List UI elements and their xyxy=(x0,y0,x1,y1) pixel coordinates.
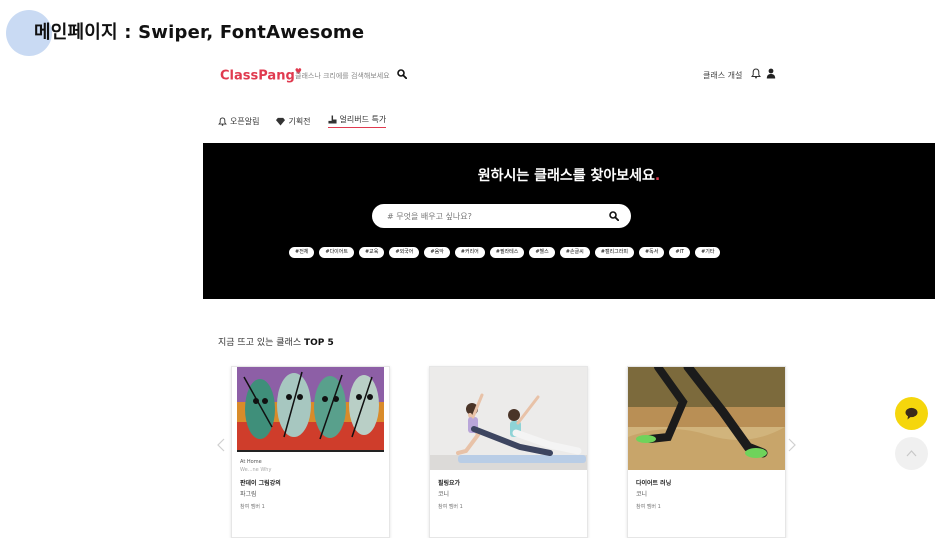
card-author: 코니 xyxy=(438,491,450,498)
hashtag-chip[interactable]: #캘리그라피 xyxy=(594,247,634,258)
class-card[interactable]: 필링요가 코니 참여 멤버 1 xyxy=(429,366,588,538)
hashtag-chip[interactable]: #외국어 xyxy=(389,247,420,258)
nav-label: 오픈알림 xyxy=(230,116,260,126)
hero-search-placeholder: # 무엇을 배우고 싶나요? xyxy=(387,212,472,221)
hashtag-chip[interactable]: #IT xyxy=(669,247,691,258)
hero-search-input[interactable]: # 무엇을 배우고 싶나요? xyxy=(372,204,631,228)
hashtag-chip[interactable]: #음악 xyxy=(424,247,450,258)
hashtag-chip[interactable]: #독서 xyxy=(638,247,665,258)
hand-icon xyxy=(327,115,337,124)
hashtag-chip[interactable]: #필라테스 xyxy=(489,247,525,258)
header-search-input[interactable]: 클래스나 크리에를 검색해보세요 xyxy=(295,71,390,81)
card-meta: 참여 멤버 1 xyxy=(438,504,463,510)
hashtag-chip[interactable]: #전체 xyxy=(289,247,315,258)
nav-label: 기획전 xyxy=(288,116,311,126)
card-title: 다이어트 러닝 xyxy=(636,480,672,487)
scroll-top-button[interactable] xyxy=(895,437,928,470)
card-meta: 참여 멤버 1 xyxy=(240,504,265,510)
class-thumbnail-yoga xyxy=(430,367,587,470)
hero-banner: 원하시는 클래스를 찾아보세요. # 무엇을 배우고 싶나요? #전체 #다이어… xyxy=(203,143,935,299)
hero-title-dot: . xyxy=(654,168,661,184)
class-thumbnail-painting xyxy=(232,367,389,470)
nav-label: 얼리버드 특가 xyxy=(339,115,387,124)
hashtag-chip[interactable]: #손글씨 xyxy=(559,247,590,258)
category-nav: 오픈알림 기획전 얼리버드 특가 xyxy=(218,114,387,128)
card-title: 필링요가 xyxy=(438,480,461,487)
hashtag-chip[interactable]: #교육 xyxy=(358,247,385,258)
section-title-prefix: 지금 뜨고 있는 클래스 xyxy=(218,338,304,348)
card-image-caption: At Home xyxy=(240,459,262,465)
chat-bubble-icon xyxy=(905,407,918,420)
nav-item-open-alert[interactable]: 오픈알림 xyxy=(218,114,259,128)
class-card[interactable]: 다이어트 러닝 코니 참여 멤버 1 xyxy=(627,366,786,538)
class-card[interactable]: At Home We...ne Why 판데이 그림강의 파그림 참여 멤버 1 xyxy=(231,366,390,538)
card-image-caption-2: We...ne Why xyxy=(240,467,272,473)
chevron-left-icon[interactable] xyxy=(217,438,225,452)
card-author: 코니 xyxy=(636,491,648,498)
search-icon[interactable] xyxy=(397,69,407,79)
search-icon[interactable] xyxy=(609,211,619,221)
hashtag-chip[interactable]: #기타 xyxy=(695,247,721,258)
logo-text: ClassPang xyxy=(220,68,295,84)
bell-icon xyxy=(218,116,227,126)
bell-icon[interactable] xyxy=(751,68,761,79)
site-logo[interactable]: ClassPang♥ xyxy=(220,67,302,83)
hashtag-chip[interactable]: #다이어트 xyxy=(319,247,354,258)
hero-title: 원하시는 클래스를 찾아보세요. xyxy=(203,165,935,185)
chevron-right-icon[interactable] xyxy=(788,438,796,452)
chevron-up-icon xyxy=(906,450,917,457)
user-icon[interactable] xyxy=(766,68,776,79)
open-class-link[interactable]: 클래스 개설 xyxy=(703,70,742,81)
slide-title: 메인페이지 : Swiper, FontAwesome xyxy=(34,22,365,43)
card-meta: 참여 멤버 1 xyxy=(636,504,661,510)
chat-button[interactable] xyxy=(895,397,928,430)
section-title: 지금 뜨고 있는 클래스 TOP 5 xyxy=(218,335,334,348)
hashtag-chip[interactable]: #커리어 xyxy=(454,247,485,258)
section-title-bold: TOP 5 xyxy=(303,338,334,348)
card-title: 판데이 그림강의 xyxy=(240,480,281,487)
hashtag-list: #전체 #다이어트 #교육 #외국어 #음악 #커리어 #필라테스 #헬스 #손… xyxy=(289,247,721,258)
nav-item-early-bird[interactable]: 얼리버드 특가 xyxy=(327,114,387,128)
class-thumbnail-running xyxy=(628,367,785,470)
card-author: 파그림 xyxy=(240,491,257,498)
hero-title-text: 원하시는 클래스를 찾아보세요 xyxy=(477,168,655,184)
gem-icon xyxy=(276,117,286,126)
hashtag-chip[interactable]: #헬스 xyxy=(529,247,555,258)
nav-item-exhibition[interactable]: 기획전 xyxy=(276,114,311,128)
